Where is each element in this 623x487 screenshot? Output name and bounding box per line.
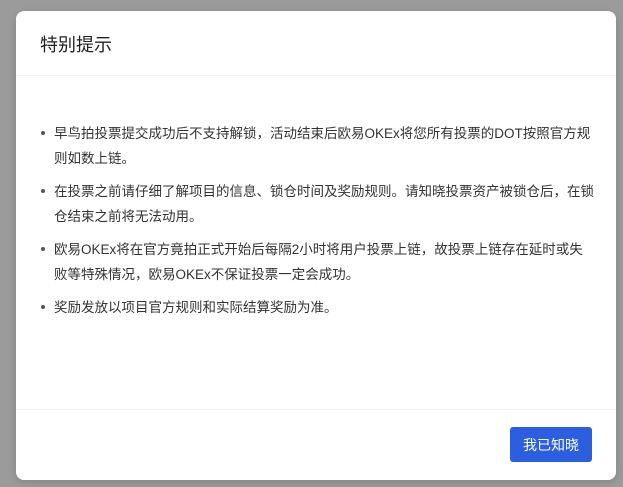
footer-divider [16, 409, 616, 410]
list-item-text: 在投票之前请仔细了解项目的信息、锁仓时间及奖励规则。请知晓投票资产被锁仓后，在锁… [54, 184, 594, 224]
list-item: 奖励发放以项目官方规则和实际结算奖励为准。 [40, 295, 594, 320]
bullet-icon [41, 247, 45, 251]
bullet-icon [41, 189, 45, 193]
list-item-text: 早鸟拍投票提交成功后不支持解锁，活动结束后欧易OKEx将您所有投票的DOT按照官… [54, 126, 591, 166]
dialog-header: 特别提示 [16, 11, 616, 76]
list-item-text: 欧易OKEx将在官方竟拍正式开始后每隔2小时将用户投票上链，故投票上链存在延时或… [54, 242, 583, 282]
list-item: 欧易OKEx将在官方竟拍正式开始后每隔2小时将用户投票上链，故投票上链存在延时或… [40, 237, 594, 287]
list-item: 早鸟拍投票提交成功后不支持解锁，活动结束后欧易OKEx将您所有投票的DOT按照官… [40, 121, 594, 171]
list-item-text: 奖励发放以项目官方规则和实际结算奖励为准。 [54, 300, 338, 315]
acknowledge-button[interactable]: 我已知晓 [510, 427, 592, 462]
special-notice-dialog: 特别提示 早鸟拍投票提交成功后不支持解锁，活动结束后欧易OKEx将您所有投票的D… [16, 11, 616, 480]
bullet-icon [41, 131, 45, 135]
notice-list: 早鸟拍投票提交成功后不支持解锁，活动结束后欧易OKEx将您所有投票的DOT按照官… [40, 121, 594, 328]
dialog-title: 特别提示 [40, 35, 112, 55]
bullet-icon [41, 305, 45, 309]
list-item: 在投票之前请仔细了解项目的信息、锁仓时间及奖励规则。请知晓投票资产被锁仓后，在锁… [40, 179, 594, 229]
